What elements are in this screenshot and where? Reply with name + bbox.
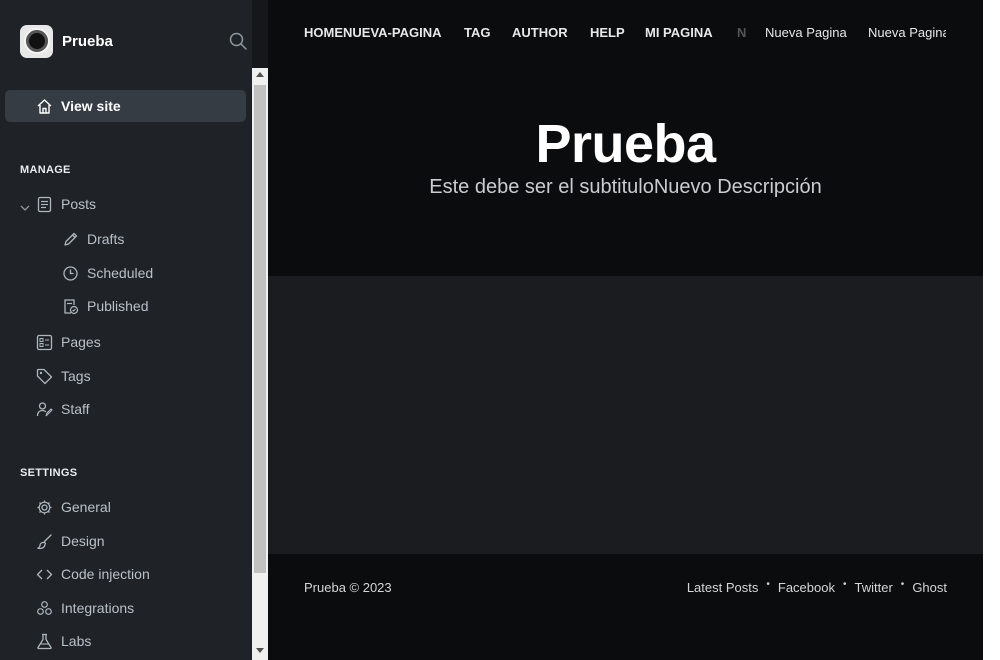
footer-separator: • [766,579,770,590]
home-icon [36,98,53,120]
integrations-icon [36,600,53,617]
nav-link-home-nueva-pagina[interactable]: HOMENUEVA-PAGINA [304,25,441,40]
nav-link-truncated[interactable]: N [737,25,746,40]
posts-icon [36,196,53,213]
tag-icon [36,368,53,385]
sidebar-item-label: Integrations [61,600,135,616]
pages-icon [36,334,53,351]
sidebar-item-label: Scheduled [87,265,154,281]
footer-separator: • [900,579,905,590]
flask-icon [36,633,53,650]
site-navigation: HOMENUEVA-PAGINA TAG AUTHOR HELP MI PAGI… [304,24,946,42]
manage-section-title: MANAGE [20,164,71,176]
sidebar-item-tags[interactable]: Tags [5,362,246,390]
footer-copyright: Prueba © 2023 [304,580,392,595]
site-brand[interactable]: Prueba [20,24,113,58]
sidebar-item-code-injection[interactable]: Code injection [5,560,246,588]
gear-icon [36,499,53,516]
sidebar-item-label: Posts [61,196,97,212]
scroll-up-arrow-icon[interactable] [256,72,264,77]
sidebar-item-label: Labs [61,633,92,649]
sidebar-item-label: Drafts [87,231,125,247]
sidebar-item-label: Design [61,533,105,549]
footer-links: Latest Posts • Facebook • Twitter • Ghos… [687,579,947,595]
view-site-label: View site [61,98,121,114]
site-title: Prueba [535,114,716,174]
post-feed [268,276,983,554]
sidebar-item-drafts[interactable]: Drafts [5,225,246,253]
sidebar-item-label: Pages [61,334,101,350]
site-logo [20,24,53,58]
sidebar-item-general[interactable]: General [5,493,246,521]
footer-link-twitter[interactable]: Twitter [855,580,893,595]
page-scrollbar-track[interactable] [983,0,1000,660]
brush-icon [36,533,53,550]
site-preview: HOMENUEVA-PAGINA TAG AUTHOR HELP MI PAGI… [268,0,983,660]
view-site-button[interactable]: View site [5,90,246,122]
chevron-down-icon[interactable] [20,199,30,217]
site-name: Prueba [62,32,113,50]
sidebar-item-published[interactable]: Published [5,292,246,320]
sidebar-scrollbar[interactable] [252,68,268,660]
footer-link-facebook[interactable]: Facebook [778,580,835,595]
sidebar-item-scheduled[interactable]: Scheduled [5,259,246,287]
sidebar-item-pages[interactable]: Pages [5,328,246,356]
footer-separator: • [842,579,847,590]
scroll-down-arrow-icon[interactable] [256,648,264,653]
nav-link-tag[interactable]: TAG [464,25,490,40]
scrollbar-thumb[interactable] [254,85,266,573]
sidebar-item-label: General [61,499,111,515]
sidebar-item-staff[interactable]: Staff [5,395,246,423]
search-icon[interactable] [228,31,248,51]
nav-link-mi-pagina[interactable]: MI PAGINA [645,25,713,40]
sidebar-item-label: Code injection [61,566,150,582]
nav-link-author[interactable]: AUTHOR [512,25,568,40]
clock-icon [62,265,79,282]
site-description: Este debe ser el subtituloNuevo Descripc… [429,176,822,198]
nav-link-nueva-pagina-2[interactable]: Nueva Pagina [868,25,946,40]
footer-link-ghost[interactable]: Ghost [912,580,947,595]
footer-link-latest-posts[interactable]: Latest Posts [687,580,759,595]
sidebar-item-posts[interactable]: Posts [5,190,246,218]
sidebar-item-label: Staff [61,401,90,417]
pencil-icon [62,231,79,248]
nav-link-help[interactable]: HELP [590,25,625,40]
sidebar-item-labs[interactable]: Labs [5,627,246,655]
code-icon [36,566,53,583]
sidebar-item-label: Tags [61,368,91,384]
nav-link-nueva-pagina[interactable]: Nueva Pagina [765,25,847,40]
sidebar-item-label: Published [87,298,149,314]
admin-sidebar: Prueba View site MANAGE Posts Drafts Sch… [0,0,252,660]
staff-icon [36,401,53,418]
settings-section-title: SETTINGS [20,467,78,479]
sidebar-item-design[interactable]: Design [5,527,246,555]
published-icon [62,298,79,315]
sidebar-item-integrations[interactable]: Integrations [5,594,246,622]
